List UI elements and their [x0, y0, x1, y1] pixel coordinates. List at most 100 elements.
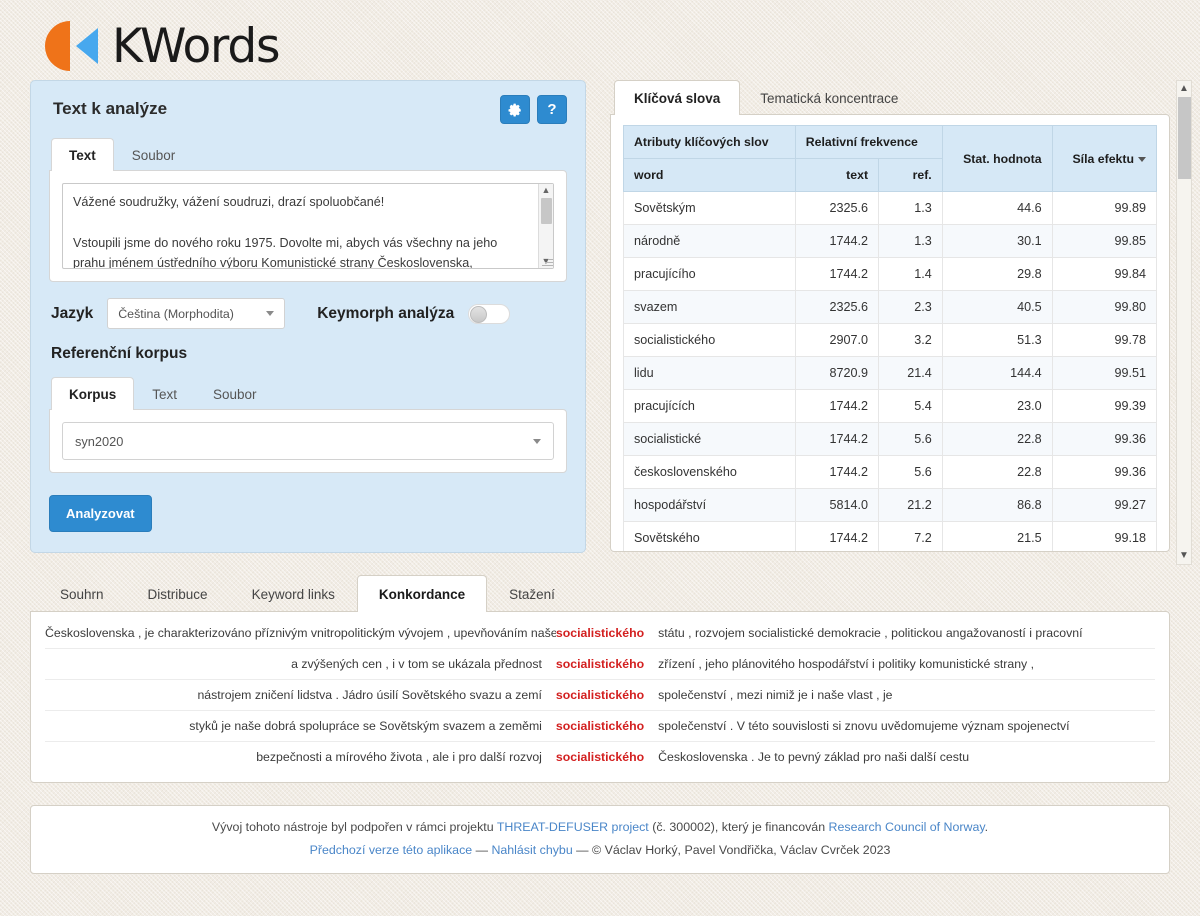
cell-ref: 7.2 [878, 521, 943, 551]
tab-souhrn[interactable]: Souhrn [38, 575, 126, 612]
tab-thematic-concentration[interactable]: Tematická koncentrace [740, 80, 918, 115]
header-stat-value[interactable]: Stat. hodnota [941, 125, 1053, 192]
textarea-wrapper: Vážené soudružky, vážení soudruzi, drazí… [62, 183, 554, 269]
concordance-right-context: společenství . V této souvislosti si zno… [658, 719, 1070, 733]
cell-word: hospodářství [623, 488, 796, 522]
toggle-knob [470, 305, 488, 323]
cell-effect: 99.78 [1051, 323, 1158, 357]
bottom-tabs: Souhrn Distribuce Keyword links Konkordance… [30, 575, 1170, 612]
cell-stat: 22.8 [941, 422, 1053, 456]
cell-effect: 99.36 [1051, 455, 1158, 489]
header-ref-freq[interactable]: ref. [878, 158, 943, 192]
report-bug-link[interactable]: Nahlásit chybu [491, 843, 572, 857]
cell-ref: 5.6 [878, 422, 943, 456]
settings-button[interactable] [500, 95, 530, 124]
concordance-keyword[interactable]: socialistického [556, 688, 644, 702]
concordance-row[interactable]: bezpečnosti a mírového života , ale i pr… [45, 742, 1155, 772]
scroll-up-icon[interactable]: ▲ [542, 184, 551, 197]
concordance-right-context: společenství , mezi nimiž je i naše vlas… [658, 688, 893, 702]
reference-corpus-label: Referenční korpus [51, 345, 188, 362]
tab-corpus-korpus[interactable]: Korpus [51, 377, 135, 410]
chevron-down-icon [266, 311, 275, 316]
corpus-select[interactable]: syn2020 [62, 422, 554, 460]
concordance-row[interactable]: nástrojem zničení lidstva . Jádro úsilí … [45, 680, 1155, 711]
panel-actions: ? [500, 95, 567, 124]
cell-word: československého [623, 455, 796, 489]
research-council-link[interactable]: Research Council of Norway [829, 820, 985, 834]
header-effect-size[interactable]: Síla efektu [1051, 125, 1158, 192]
tab-corpus-file[interactable]: Soubor [195, 377, 275, 410]
footer-line-2: Předchozí verze této aplikace — Nahlásit… [41, 843, 1159, 857]
concordance-row[interactable]: styků je naše dobrá spolupráce se Sověts… [45, 711, 1155, 742]
cell-effect: 99.80 [1051, 290, 1158, 324]
analyze-button[interactable]: Analyzovat [49, 495, 152, 532]
table-row[interactable]: Sovětským 2325.6 1.3 44.6 99.89 [623, 191, 1158, 225]
page-scrollbar[interactable]: ▲ ▼ [1176, 80, 1192, 565]
header-text-freq[interactable]: text [794, 158, 880, 192]
corpus-pane: syn2020 [49, 409, 567, 473]
results-tabs: Klíčová slova Tematická koncentrace [610, 80, 1170, 115]
table-row[interactable]: pracujícího 1744.2 1.4 29.8 99.84 [623, 257, 1158, 291]
cell-text: 5814.0 [794, 488, 880, 522]
cell-effect: 99.39 [1051, 389, 1158, 423]
tab-stazeni[interactable]: Stažení [487, 575, 577, 612]
language-label: Jazyk [51, 304, 94, 322]
tab-keywords[interactable]: Klíčová slova [614, 80, 741, 115]
tab-corpus-text[interactable]: Text [134, 377, 195, 410]
cell-stat: 51.3 [941, 323, 1053, 357]
table-row[interactable]: socialistického 2907.0 3.2 51.3 99.78 [623, 323, 1158, 357]
table-row[interactable]: socialistické 1744.2 5.6 22.8 99.36 [623, 422, 1158, 456]
table-row[interactable]: národně 1744.2 1.3 30.1 99.85 [623, 224, 1158, 258]
cell-stat: 21.5 [941, 521, 1053, 551]
header-word[interactable]: word [623, 158, 796, 192]
table-row[interactable]: Sovětského 1744.2 7.2 21.5 99.18 [623, 521, 1158, 551]
footer-line-1: Vývoj tohoto nástroje byl podpořen v rám… [41, 820, 1159, 834]
tab-konkordance[interactable]: Konkordance [356, 575, 488, 612]
scroll-up-icon[interactable]: ▲ [1179, 81, 1189, 97]
threat-defuser-link[interactable]: THREAT-DEFUSER project [497, 820, 649, 834]
resize-grip-icon[interactable] [540, 255, 553, 268]
table-row[interactable]: lidu 8720.9 21.4 144.4 99.51 [623, 356, 1158, 390]
input-text-pane: Vážené soudružky, vážení soudruzi, drazí… [49, 170, 567, 282]
concordance-row[interactable]: Československa , je charakterizováno pří… [45, 618, 1155, 649]
concordance-keyword[interactable]: socialistického [556, 657, 644, 671]
app-logo: KWords [36, 18, 280, 74]
concordance-keyword[interactable]: socialistického [556, 626, 644, 640]
keymorph-toggle[interactable] [468, 303, 511, 324]
help-button[interactable]: ? [537, 95, 567, 124]
cell-text: 1744.2 [794, 455, 880, 489]
tab-keyword-links[interactable]: Keyword links [230, 575, 357, 612]
tab-input-file[interactable]: Soubor [114, 138, 194, 171]
tab-input-text[interactable]: Text [51, 138, 114, 171]
cell-ref: 3.2 [878, 323, 943, 357]
table-row[interactable]: hospodářství 5814.0 21.2 86.8 99.27 [623, 488, 1158, 522]
table-row[interactable]: pracujících 1744.2 5.4 23.0 99.39 [623, 389, 1158, 423]
keywords-table-body: Sovětským 2325.6 1.3 44.6 99.89 národně 1744.2… [623, 191, 1158, 551]
cell-effect: 99.85 [1051, 224, 1158, 258]
keywords-table-head: Atributy klíčových slov Relativní frekve… [623, 125, 1158, 192]
concordance-left-context: Československa , je charakterizováno pří… [45, 626, 556, 640]
concordance-right-context: Československa . Je to pevný základ pro … [658, 750, 970, 764]
cell-stat: 22.8 [941, 455, 1053, 489]
cell-text: 1744.2 [794, 389, 880, 423]
language-select[interactable]: Čeština (Morphodita) [107, 298, 286, 329]
concordance-keyword[interactable]: socialistického [556, 719, 644, 733]
header-keyword-attributes: Atributy klíčových slov [623, 125, 796, 159]
scroll-down-icon[interactable]: ▼ [1179, 548, 1189, 564]
cell-stat: 29.8 [941, 257, 1053, 291]
analysis-textarea[interactable]: Vážené soudružky, vážení soudruzi, drazí… [62, 183, 554, 269]
cell-word: lidu [623, 356, 796, 390]
concordance-row[interactable]: a zvýšených cen , i v tom se ukázala pře… [45, 649, 1155, 680]
cell-text: 2325.6 [794, 191, 880, 225]
table-row[interactable]: československého 1744.2 5.6 22.8 99.36 [623, 455, 1158, 489]
scroll-thumb[interactable] [1178, 97, 1191, 179]
table-group-header-row: Atributy klíčových slov Relativní frekve… [623, 125, 1158, 192]
footer-section: Vývoj tohoto nástroje byl podpořen v rám… [0, 783, 1200, 874]
table-row[interactable]: svazem 2325.6 2.3 40.5 99.80 [623, 290, 1158, 324]
previous-version-link[interactable]: Předchozí verze této aplikace [310, 843, 473, 857]
cell-word: Sovětským [623, 191, 796, 225]
tab-distribuce[interactable]: Distribuce [126, 575, 230, 612]
concordance-keyword[interactable]: socialistického [556, 750, 644, 764]
corpus-source-tabs: Korpus Text Soubor [49, 377, 567, 410]
scroll-thumb[interactable] [541, 198, 552, 224]
